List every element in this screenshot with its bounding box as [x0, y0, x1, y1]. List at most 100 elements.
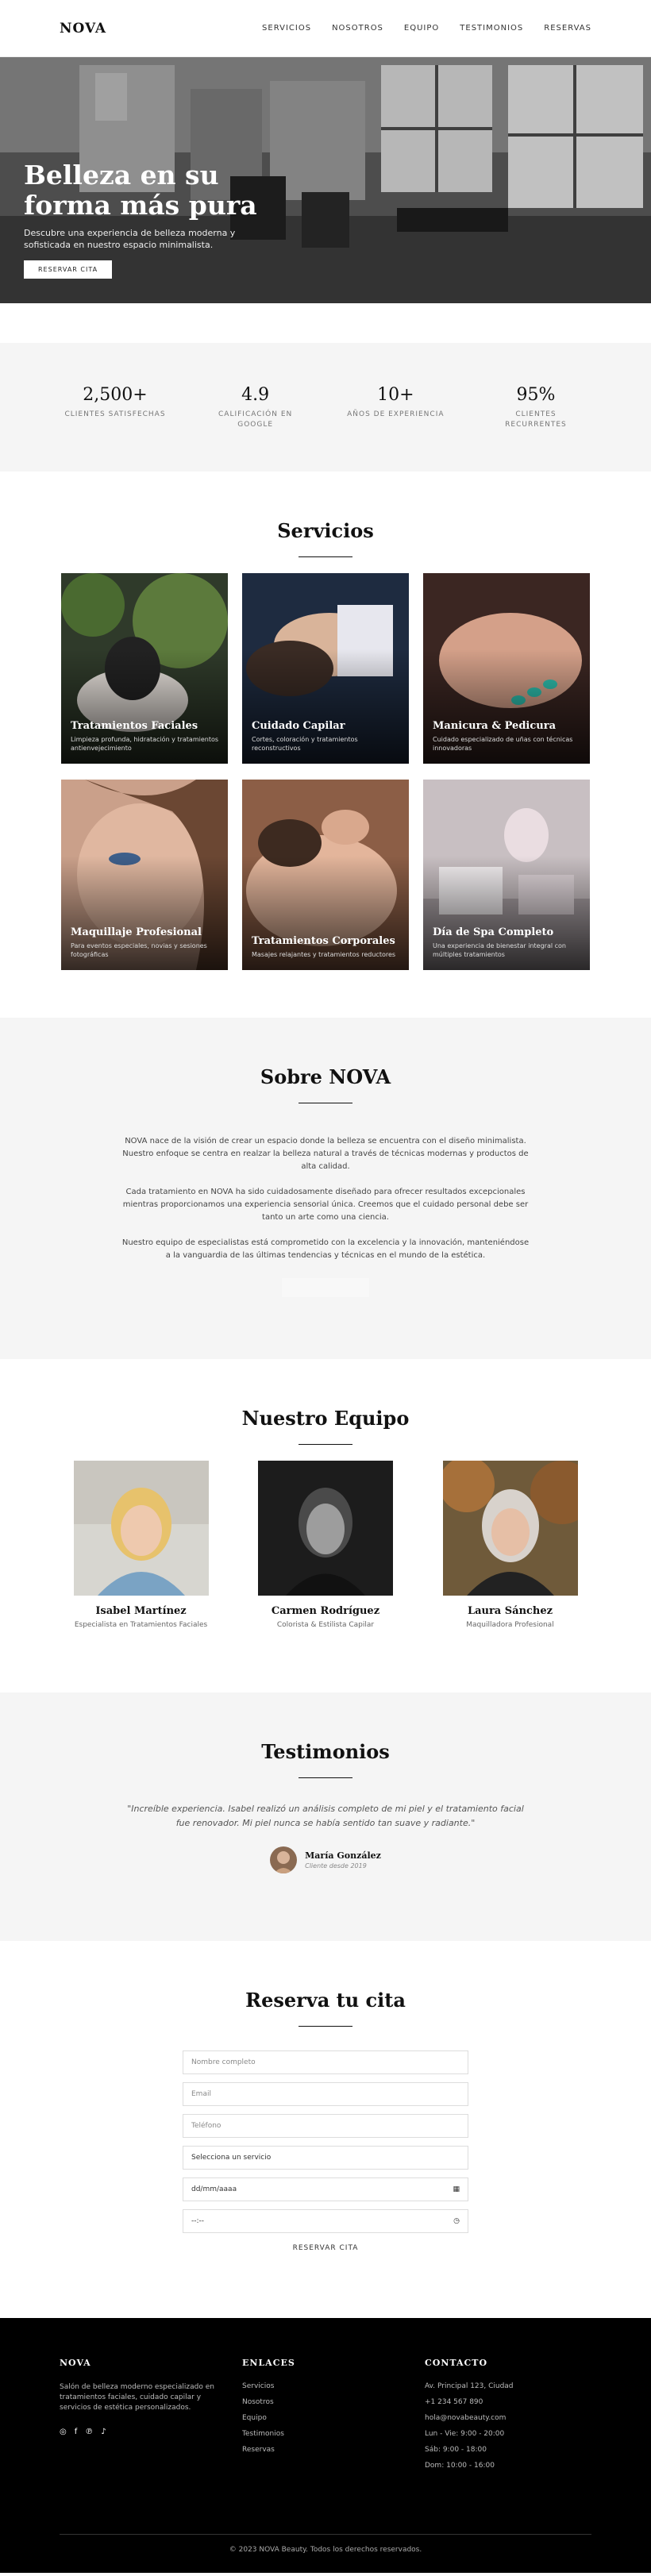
service-card-nails[interactable]: Manicura & Pedicura Cuidado especializad… — [423, 573, 590, 764]
team-member: Laura Sánchez Maquilladora Profesional — [442, 1461, 578, 1629]
member-name: Carmen Rodríguez — [271, 1605, 380, 1617]
stat-clients: 2,500+ CLIENTES SATISFECHAS — [64, 385, 167, 430]
nav-item-servicios[interactable]: SERVICIOS — [262, 24, 311, 33]
service-title: Maquillaje Profesional — [71, 926, 202, 938]
instagram-icon[interactable]: ◎ — [60, 2428, 67, 2436]
service-card-spa[interactable]: Día de Spa Completo Una experiencia de b… — [423, 780, 590, 970]
footer-contact: CONTACTO Av. Principal 123, Ciudad +1 23… — [425, 2358, 591, 2478]
service-title: Tratamientos Faciales — [71, 720, 198, 732]
social-links: ◎ f ℗ ♪ — [60, 2428, 226, 2436]
section-divider — [299, 2026, 352, 2027]
contact-hours-weekday: Lun - Vie: 9:00 - 20:00 — [425, 2430, 505, 2438]
stat-value: 2,500+ — [83, 384, 148, 405]
section-title: Sobre NOVA — [260, 1065, 391, 1088]
team-photo-isabel — [73, 1461, 209, 1596]
testimonial-quote: "Increíble experiencia. Isabel realizó u… — [127, 1804, 524, 1828]
service-card-makeup[interactable]: Maquillaje Profesional Para eventos espe… — [61, 780, 228, 970]
service-desc: Cuidado especializado de uñas con técnic… — [433, 736, 573, 752]
team-member: Carmen Rodríguez Colorista & Estilista C… — [258, 1461, 393, 1629]
service-title: Tratamientos Corporales — [252, 935, 395, 947]
about-ghost-button[interactable] — [282, 1278, 369, 1297]
footer-link-equipo[interactable]: Equipo — [242, 2414, 409, 2422]
section-title: Reserva tu cita — [245, 1989, 406, 2012]
top-navbar: NOVA SERVICIOS NOSOTROS EQUIPO TESTIMONI… — [0, 0, 651, 57]
about-paragraph: NOVA nace de la visión de crear un espac… — [122, 1137, 529, 1171]
hero-title: Belleza en su forma más pura — [24, 160, 257, 221]
about-paragraph: Nuestro equipo de especialistas está com… — [121, 1238, 530, 1260]
date-input[interactable]: dd/mm/aaaa ▦ — [183, 2177, 468, 2201]
testimonial-author: María González Cliente desde 2019 — [0, 1846, 651, 1873]
about-paragraph: Cada tratamiento en NOVA ha sido cuidado… — [122, 1188, 529, 1222]
section-divider — [299, 1444, 352, 1445]
contact-address: Av. Principal 123, Ciudad — [425, 2382, 514, 2390]
member-name: Laura Sánchez — [467, 1605, 553, 1617]
author-name: María González — [305, 1850, 381, 1861]
nav-item-equipo[interactable]: EQUIPO — [404, 24, 439, 33]
service-card-body[interactable]: Tratamientos Corporales Masajes relajant… — [242, 780, 409, 970]
team-member: Isabel Martínez Especialista en Tratamie… — [73, 1461, 209, 1629]
stat-value: 4.9 — [241, 384, 270, 405]
email-input[interactable]: Email — [183, 2082, 468, 2106]
footer-link-reservas[interactable]: Reservas — [242, 2446, 409, 2454]
team-section: Nuestro Equipo Isabel Martínez Especiali… — [0, 1359, 651, 1692]
reserve-submit-button[interactable]: RESERVAR CITA — [278, 2244, 373, 2252]
nav-menu: SERVICIOS NOSOTROS EQUIPO TESTIMONIOS RE… — [262, 24, 591, 33]
footer-link-nosotros[interactable]: Nosotros — [242, 2398, 409, 2406]
author-avatar — [270, 1846, 298, 1873]
footer-links: ENLACES Servicios Nosotros Equipo Testim… — [242, 2358, 409, 2478]
team-photo-carmen — [258, 1461, 393, 1596]
stat-value: 95% — [516, 384, 556, 405]
member-name: Isabel Martínez — [95, 1605, 187, 1617]
stat-label: CALIFICACIÓN EN GOOGLE — [218, 410, 293, 429]
footer-brand-title: NOVA — [60, 2358, 91, 2368]
hero-reserve-button[interactable]: RESERVAR CITA — [24, 260, 113, 279]
footer-link-testimonios[interactable]: Testimonios — [242, 2430, 409, 2438]
stat-years: 10+ AÑOS DE EXPERIENCIA — [344, 385, 447, 430]
pinterest-icon[interactable]: ℗ — [85, 2428, 93, 2436]
member-role: Especialista en Tratamientos Faciales — [74, 1621, 208, 1629]
footer-link-servicios[interactable]: Servicios — [242, 2382, 409, 2390]
name-input[interactable]: Nombre completo — [183, 2050, 468, 2074]
footer-brand-desc: Salón de belleza moderno especializado e… — [60, 2383, 214, 2412]
stat-rating: 4.9 CALIFICACIÓN EN GOOGLE — [204, 385, 307, 430]
footer-links-title: ENLACES — [242, 2358, 295, 2368]
phone-input[interactable]: Teléfono — [183, 2114, 468, 2138]
service-title: Cuidado Capilar — [252, 720, 345, 732]
contact-email[interactable]: hola@novabeauty.com — [425, 2414, 591, 2422]
clock-icon[interactable]: ◷ — [453, 2217, 460, 2225]
member-role: Colorista & Estilista Capilar — [276, 1621, 375, 1629]
contact-hours-sunday: Dom: 10:00 - 16:00 — [425, 2462, 495, 2470]
service-card-hair[interactable]: Cuidado Capilar Cortes, coloración y tra… — [242, 573, 409, 764]
facebook-icon[interactable]: f — [75, 2428, 78, 2436]
hero-content: Belleza en su forma más pura Descubre un… — [24, 160, 262, 279]
stats-section: 2,500+ CLIENTES SATISFECHAS 4.9 CALIFICA… — [0, 343, 651, 472]
time-input[interactable]: --:-- ◷ — [183, 2209, 468, 2233]
stat-label: CLIENTES SATISFECHAS — [64, 410, 166, 418]
service-desc: Masajes relajantes y tratamientos reduct… — [252, 951, 396, 958]
about-section: Sobre NOVA NOVA nace de la visión de cre… — [0, 1018, 651, 1359]
member-role: Maquilladora Profesional — [466, 1621, 554, 1629]
tiktok-icon[interactable]: ♪ — [101, 2428, 106, 2436]
footer-contact-title: CONTACTO — [425, 2358, 488, 2368]
service-desc: Limpieza profunda, hidratación y tratami… — [71, 736, 219, 752]
contact-hours-saturday: Sáb: 9:00 - 18:00 — [425, 2446, 487, 2454]
contact-phone[interactable]: +1 234 567 890 — [425, 2398, 591, 2406]
nav-item-nosotros[interactable]: NOSOTROS — [332, 24, 383, 33]
service-select[interactable]: Selecciona un servicio — [183, 2146, 468, 2170]
hero-subtitle: Descubre una experiencia de belleza mode… — [24, 228, 236, 250]
stat-value: 10+ — [377, 384, 414, 405]
service-title: Manicura & Pedicura — [433, 720, 556, 732]
stat-recurring: 95% CLIENTES RECURRENTES — [484, 385, 587, 430]
section-title: Servicios — [277, 519, 374, 542]
calendar-icon[interactable]: ▦ — [453, 2185, 460, 2193]
service-desc: Una experiencia de bienestar integral co… — [433, 942, 567, 958]
hero-section: Belleza en su forma más pura Descubre un… — [0, 57, 651, 303]
brand-logo[interactable]: NOVA — [60, 21, 106, 37]
section-title: Nuestro Equipo — [241, 1407, 410, 1430]
nav-item-testimonios[interactable]: TESTIMONIOS — [460, 24, 523, 33]
service-desc: Cortes, coloración y tratamientos recons… — [252, 736, 358, 752]
section-divider — [299, 1777, 352, 1778]
nav-item-reservas[interactable]: RESERVAS — [544, 24, 591, 33]
team-photo-laura — [442, 1461, 578, 1596]
service-card-facial[interactable]: Tratamientos Faciales Limpieza profunda,… — [61, 573, 228, 764]
